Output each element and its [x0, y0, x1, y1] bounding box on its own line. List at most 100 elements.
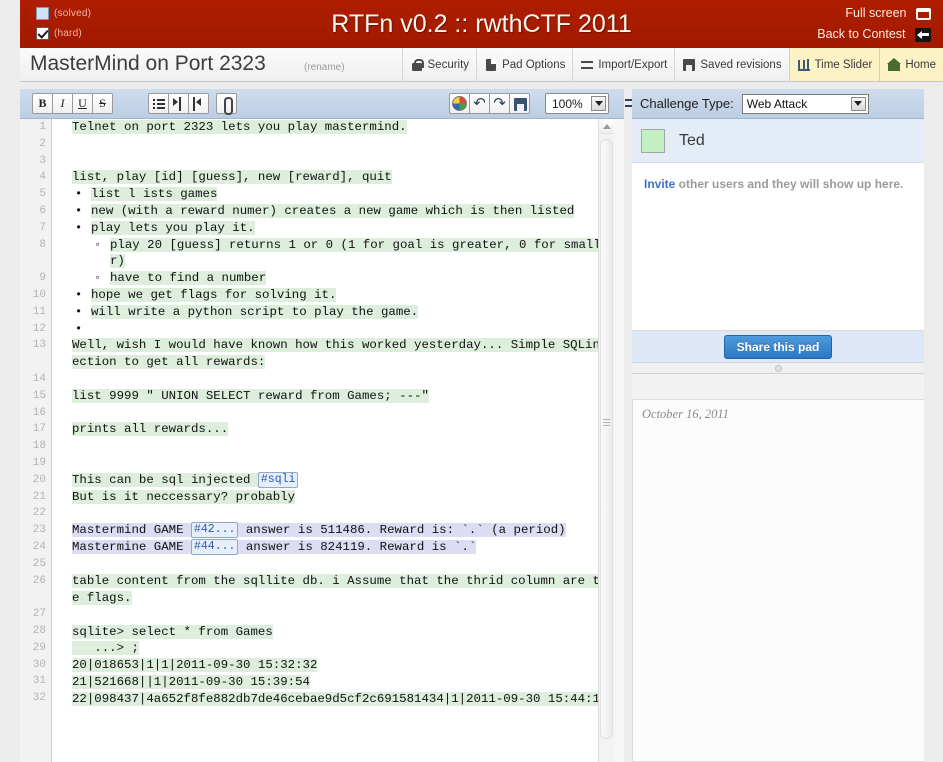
inline-tag[interactable]: #sqli [257, 471, 299, 488]
flag-hard[interactable]: (hard) [36, 23, 120, 43]
document-text[interactable]: Telnet on port 2323 lets you play master… [53, 119, 609, 762]
pad-options-label: Pad Options [502, 58, 566, 71]
indent-icon[interactable] [168, 93, 189, 114]
document-line[interactable]: 20|018653|1|1|2011-09-30 15:32:32 [53, 657, 609, 674]
home-button[interactable]: Home [879, 48, 943, 81]
list-item[interactable]: Ted [632, 119, 924, 163]
home-icon [887, 57, 902, 72]
document-line[interactable]: 21|521668||1|2011-09-30 15:39:54 [53, 674, 609, 691]
unordered-list-icon[interactable] [148, 93, 169, 114]
text-run: answer is 824119. Reward is `.` [238, 540, 477, 555]
chat-panel[interactable]: October 16, 2011 [632, 399, 924, 762]
line-number: 17 [32, 423, 46, 436]
challenge-type-select[interactable]: Web Attack [741, 93, 869, 114]
strikethrough-button[interactable]: S [92, 93, 113, 114]
attach-button-group [216, 93, 237, 115]
editor-body[interactable]: 1 2 3 4 5 6 7 8 9 10 11 12 13 14 15 16 17 18 19 20 21 22 23 24 2… [20, 119, 624, 762]
back-to-contest-link[interactable]: Back to Contest [731, 24, 931, 45]
chevron-down-icon [591, 96, 606, 111]
hard-checkbox[interactable] [36, 26, 49, 40]
scrollbar-grip-icon [603, 419, 610, 426]
text-run: prints all rewards... [72, 422, 229, 437]
solved-label: (solved) [54, 7, 92, 19]
left-margin [0, 0, 20, 762]
document-line[interactable]: list l ists games [53, 186, 609, 203]
underline-button[interactable]: U [72, 93, 93, 114]
solved-checkbox[interactable] [36, 6, 49, 20]
line-number: 28 [32, 624, 46, 637]
share-this-pad-button[interactable]: Share this pad [723, 334, 833, 359]
document-line[interactable] [53, 321, 609, 338]
attachment-icon[interactable] [216, 93, 237, 115]
text-run: 20|018653|1|1|2011-09-30 15:32:32 [72, 658, 318, 673]
full-screen-link[interactable]: Full screen [731, 3, 931, 24]
rename-link[interactable]: (rename) [304, 62, 345, 73]
document-line[interactable]: have to find a number [53, 270, 609, 287]
document-line[interactable]: Telnet on port 2323 lets you play master… [53, 119, 609, 136]
undo-button[interactable]: ↶ [469, 93, 490, 114]
italic-button[interactable]: I [52, 93, 73, 114]
document-line[interactable]: ...> ; [53, 640, 609, 657]
document-line[interactable]: This can be sql injected #sqli [53, 471, 609, 489]
page-title: MasterMind on Port 2323 [30, 52, 266, 75]
document-line[interactable] [53, 607, 609, 624]
pad-options-button[interactable]: Pad Options [476, 48, 572, 81]
document-line[interactable]: Mastermine GAME #44... answer is 824119.… [53, 539, 609, 556]
zoom-select[interactable]: 100% [545, 93, 609, 114]
outdent-icon[interactable] [188, 93, 209, 114]
inline-tag[interactable]: #42... [190, 522, 239, 539]
document-line[interactable] [53, 506, 609, 523]
page-icon [484, 58, 498, 72]
document-line[interactable] [53, 405, 609, 422]
document-line[interactable]: Well, wish I would have known how this w… [53, 337, 609, 371]
document-line[interactable]: play 20 [guess] returns 1 or 0 (1 for go… [53, 237, 609, 271]
flag-solved[interactable]: (solved) [36, 3, 120, 23]
document-line[interactable]: list, play [id] [guess], new [reward], q… [53, 169, 609, 186]
panel-resize-handle[interactable] [632, 363, 924, 374]
header-links: Full screen Back to Contest [731, 3, 931, 45]
document-line[interactable]: list 9999 " UNION SELECT reward from Gam… [53, 388, 609, 405]
document-line[interactable]: Mastermind GAME #42... answer is 511486.… [53, 522, 609, 539]
document-line[interactable]: hope we get flags for solving it. [53, 287, 609, 304]
document-line[interactable]: new (with a reward numer) creates a new … [53, 203, 609, 220]
line-number: 10 [32, 288, 46, 301]
import-export-button[interactable]: Import/Export [572, 48, 674, 81]
document-line[interactable] [53, 153, 609, 170]
document-line[interactable]: 22|098437|4a652f8fe882db7de46cebae9d5cf2… [53, 691, 609, 708]
text-run: 21|521668||1|2011-09-30 15:39:54 [72, 674, 310, 689]
author-colors-button[interactable] [449, 93, 470, 114]
editor-scrollbar[interactable] [598, 119, 614, 762]
document-line[interactable] [53, 438, 609, 455]
line-number: 23 [32, 524, 46, 537]
share-bar: Share this pad [632, 331, 924, 363]
document-line[interactable] [53, 136, 609, 153]
redo-button[interactable]: ↷ [489, 93, 510, 114]
document-line[interactable]: table content from the sqllite db. i Ass… [53, 573, 609, 607]
document-line[interactable]: sqlite> select * from Games [53, 624, 609, 641]
document-line[interactable]: prints all rewards... [53, 421, 609, 438]
format-button-group: B I U S [32, 93, 113, 114]
document-line[interactable]: play lets you play it. [53, 220, 609, 237]
document-line[interactable]: But is it neccessary? probably [53, 489, 609, 506]
inline-tag[interactable]: #44... [190, 539, 239, 556]
security-button[interactable]: Security [401, 48, 477, 81]
text-run: play 20 [guess] returns 1 or 0 (1 for go… [110, 237, 609, 269]
import-export-label: Import/Export [598, 58, 668, 71]
time-slider-button[interactable]: Time Slider [788, 48, 880, 81]
scroll-up-arrow-icon[interactable] [599, 119, 614, 134]
line-number: 13 [32, 339, 46, 352]
hard-label: (hard) [54, 27, 82, 39]
line-number: 8 [39, 238, 46, 251]
scrollbar-thumb[interactable] [600, 139, 613, 739]
document-line[interactable]: will write a python script to play the g… [53, 304, 609, 321]
document-line[interactable] [53, 455, 609, 472]
save-revision-icon[interactable] [509, 93, 530, 114]
saved-revisions-button[interactable]: Saved revisions [674, 48, 788, 81]
back-arrow-icon [915, 27, 931, 42]
document-line[interactable] [53, 556, 609, 573]
invite-link[interactable]: Invite [644, 177, 675, 191]
bold-button[interactable]: B [32, 93, 53, 114]
document-line[interactable] [53, 371, 609, 388]
challenge-type-label: Challenge Type: [640, 96, 734, 111]
text-run: have to find a number [110, 271, 267, 286]
